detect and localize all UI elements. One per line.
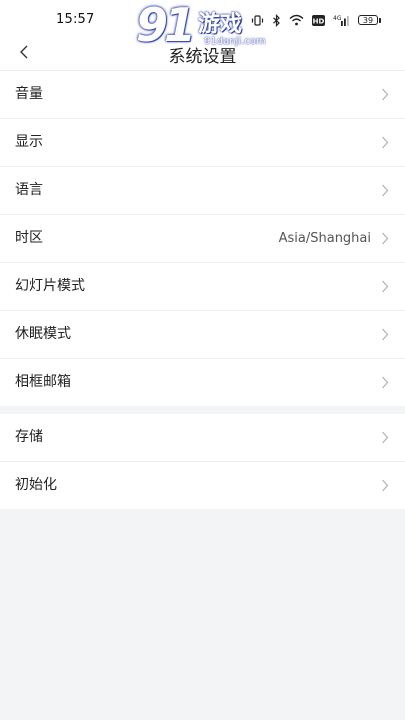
- svg-text:4G: 4G: [333, 15, 342, 22]
- chevron-right-icon: [382, 88, 389, 101]
- settings-item-storage[interactable]: 存储: [0, 414, 405, 462]
- settings-item-label: 时区: [15, 230, 43, 246]
- settings-item-timezone[interactable]: 时区 Asia/Shanghai: [0, 215, 405, 263]
- hd-icon: HD: [312, 14, 325, 26]
- settings-item-display[interactable]: 显示: [0, 119, 405, 167]
- chevron-right-icon: [382, 328, 389, 341]
- settings-item-language[interactable]: 语言: [0, 167, 405, 215]
- chevron-right-icon: [382, 431, 389, 444]
- settings-item-label: 语言: [15, 182, 43, 198]
- signal-icon: 4G: [333, 14, 350, 26]
- settings-item-frame-email[interactable]: 相框邮箱: [0, 359, 405, 406]
- battery-icon: 39: [358, 15, 381, 25]
- timezone-value: Asia/Shanghai: [278, 231, 371, 246]
- settings-item-label: 休眠模式: [15, 326, 71, 342]
- settings-item-volume[interactable]: 音量: [0, 71, 405, 119]
- watermark-number: 91: [136, 0, 196, 52]
- watermark-logo: 91 游戏 91danji.com: [136, 0, 276, 52]
- watermark-url: 91danji.com: [204, 36, 266, 47]
- chevron-right-icon: [382, 184, 389, 197]
- settings-item-label: 初始化: [15, 477, 57, 493]
- settings-item-label: 相框邮箱: [15, 374, 71, 390]
- wifi-icon: [289, 14, 304, 26]
- settings-item-reset[interactable]: 初始化: [0, 462, 405, 509]
- status-time: 15:57: [56, 12, 95, 27]
- battery-tip: [379, 17, 381, 23]
- settings-group-storage: 存储 初始化: [0, 414, 405, 509]
- chevron-right-icon: [382, 479, 389, 492]
- chevron-right-icon: [382, 280, 389, 293]
- settings-item-slideshow[interactable]: 幻灯片模式: [0, 263, 405, 311]
- watermark-name: 游戏: [198, 12, 243, 37]
- settings-group-general: 音量 显示 语言 时区 Asia/Shanghai 幻灯片模式 休眠模式 相框邮…: [0, 71, 405, 406]
- settings-item-sleep[interactable]: 休眠模式: [0, 311, 405, 359]
- settings-item-label: 存储: [15, 429, 43, 445]
- battery-level: 39: [358, 15, 378, 25]
- chevron-right-icon: [382, 376, 389, 389]
- chevron-right-icon: [382, 232, 389, 245]
- chevron-right-icon: [382, 136, 389, 149]
- settings-item-label: 幻灯片模式: [15, 278, 85, 294]
- settings-item-label: 音量: [15, 86, 43, 102]
- svg-text:HD: HD: [313, 17, 325, 25]
- settings-item-label: 显示: [15, 134, 43, 150]
